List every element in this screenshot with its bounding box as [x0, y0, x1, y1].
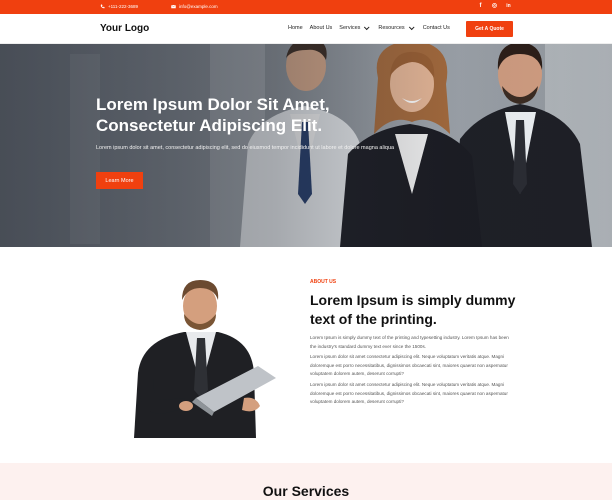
services-section: Our Services [0, 463, 612, 500]
hero-title-line1: Lorem Ipsum Dolor Sit Amet, [96, 95, 330, 114]
nav-item-home[interactable]: Home [288, 25, 303, 31]
hero-title: Lorem Ipsum Dolor Sit Amet, Consectetur … [96, 94, 386, 136]
chevron-down-icon [364, 24, 370, 31]
site-header: Your Logo Home About Us Services Resourc… [0, 14, 612, 44]
nav-item-services[interactable]: Services [339, 24, 370, 31]
about-label: ABOUT US [310, 279, 337, 285]
learn-more-button[interactable]: Learn More [96, 172, 143, 189]
main-nav: Home About Us Services Resources Contact… [288, 24, 457, 31]
about-paragraph: Lorem ipsum dolor sit amet consectetur a… [310, 354, 508, 376]
hero-section: Lorem Ipsum Dolor Sit Amet, Consectetur … [0, 44, 612, 247]
nav-item-about-us[interactable]: About Us [310, 25, 333, 31]
email-address: info@example.com [179, 4, 218, 9]
hero-subtitle: Lorem ipsum dolor sit amet, consectetur … [96, 145, 395, 151]
phone-icon [100, 4, 105, 9]
about-paragraph: Lorem Ipsum is simply dummy text of the … [310, 335, 509, 349]
chevron-down-icon [408, 24, 415, 31]
email-contact[interactable]: info@example.com [171, 4, 218, 9]
nav-item-label: Resources [378, 25, 405, 31]
get-a-quote-button[interactable]: Get A Quote [466, 21, 513, 37]
hero-title-line2: Consectetur Adipiscing Elit. [96, 116, 323, 135]
phone-contact[interactable]: +111-222-3689 [100, 4, 138, 9]
top-bar: +111-222-3689 info@example.com f ◎ in [0, 0, 612, 14]
nav-item-resources[interactable]: Resources [378, 24, 415, 31]
nav-item-contact-us[interactable]: Contact Us [423, 25, 450, 31]
facebook-icon[interactable]: f [477, 3, 484, 10]
nav-item-label: About Us [309, 25, 333, 31]
nav-item-label: Home [288, 25, 303, 31]
nav-item-label: Contact Us [422, 25, 450, 31]
nav-item-label: Services [339, 25, 361, 31]
about-paragraph: Lorem ipsum dolor sit amet consectetur a… [310, 382, 508, 404]
phone-number: +111-222-3689 [108, 4, 138, 9]
services-title: Our Services [262, 483, 350, 499]
instagram-icon[interactable]: ◎ [491, 3, 498, 10]
mail-icon [171, 4, 176, 9]
businessman-with-laptop-image [134, 280, 276, 438]
about-title: Lorem Ipsum is simply dummy text of the … [310, 292, 516, 327]
site-logo[interactable]: Your Logo [100, 23, 149, 34]
social-links: f ◎ in [477, 3, 512, 10]
linkedin-icon[interactable]: in [505, 3, 512, 10]
